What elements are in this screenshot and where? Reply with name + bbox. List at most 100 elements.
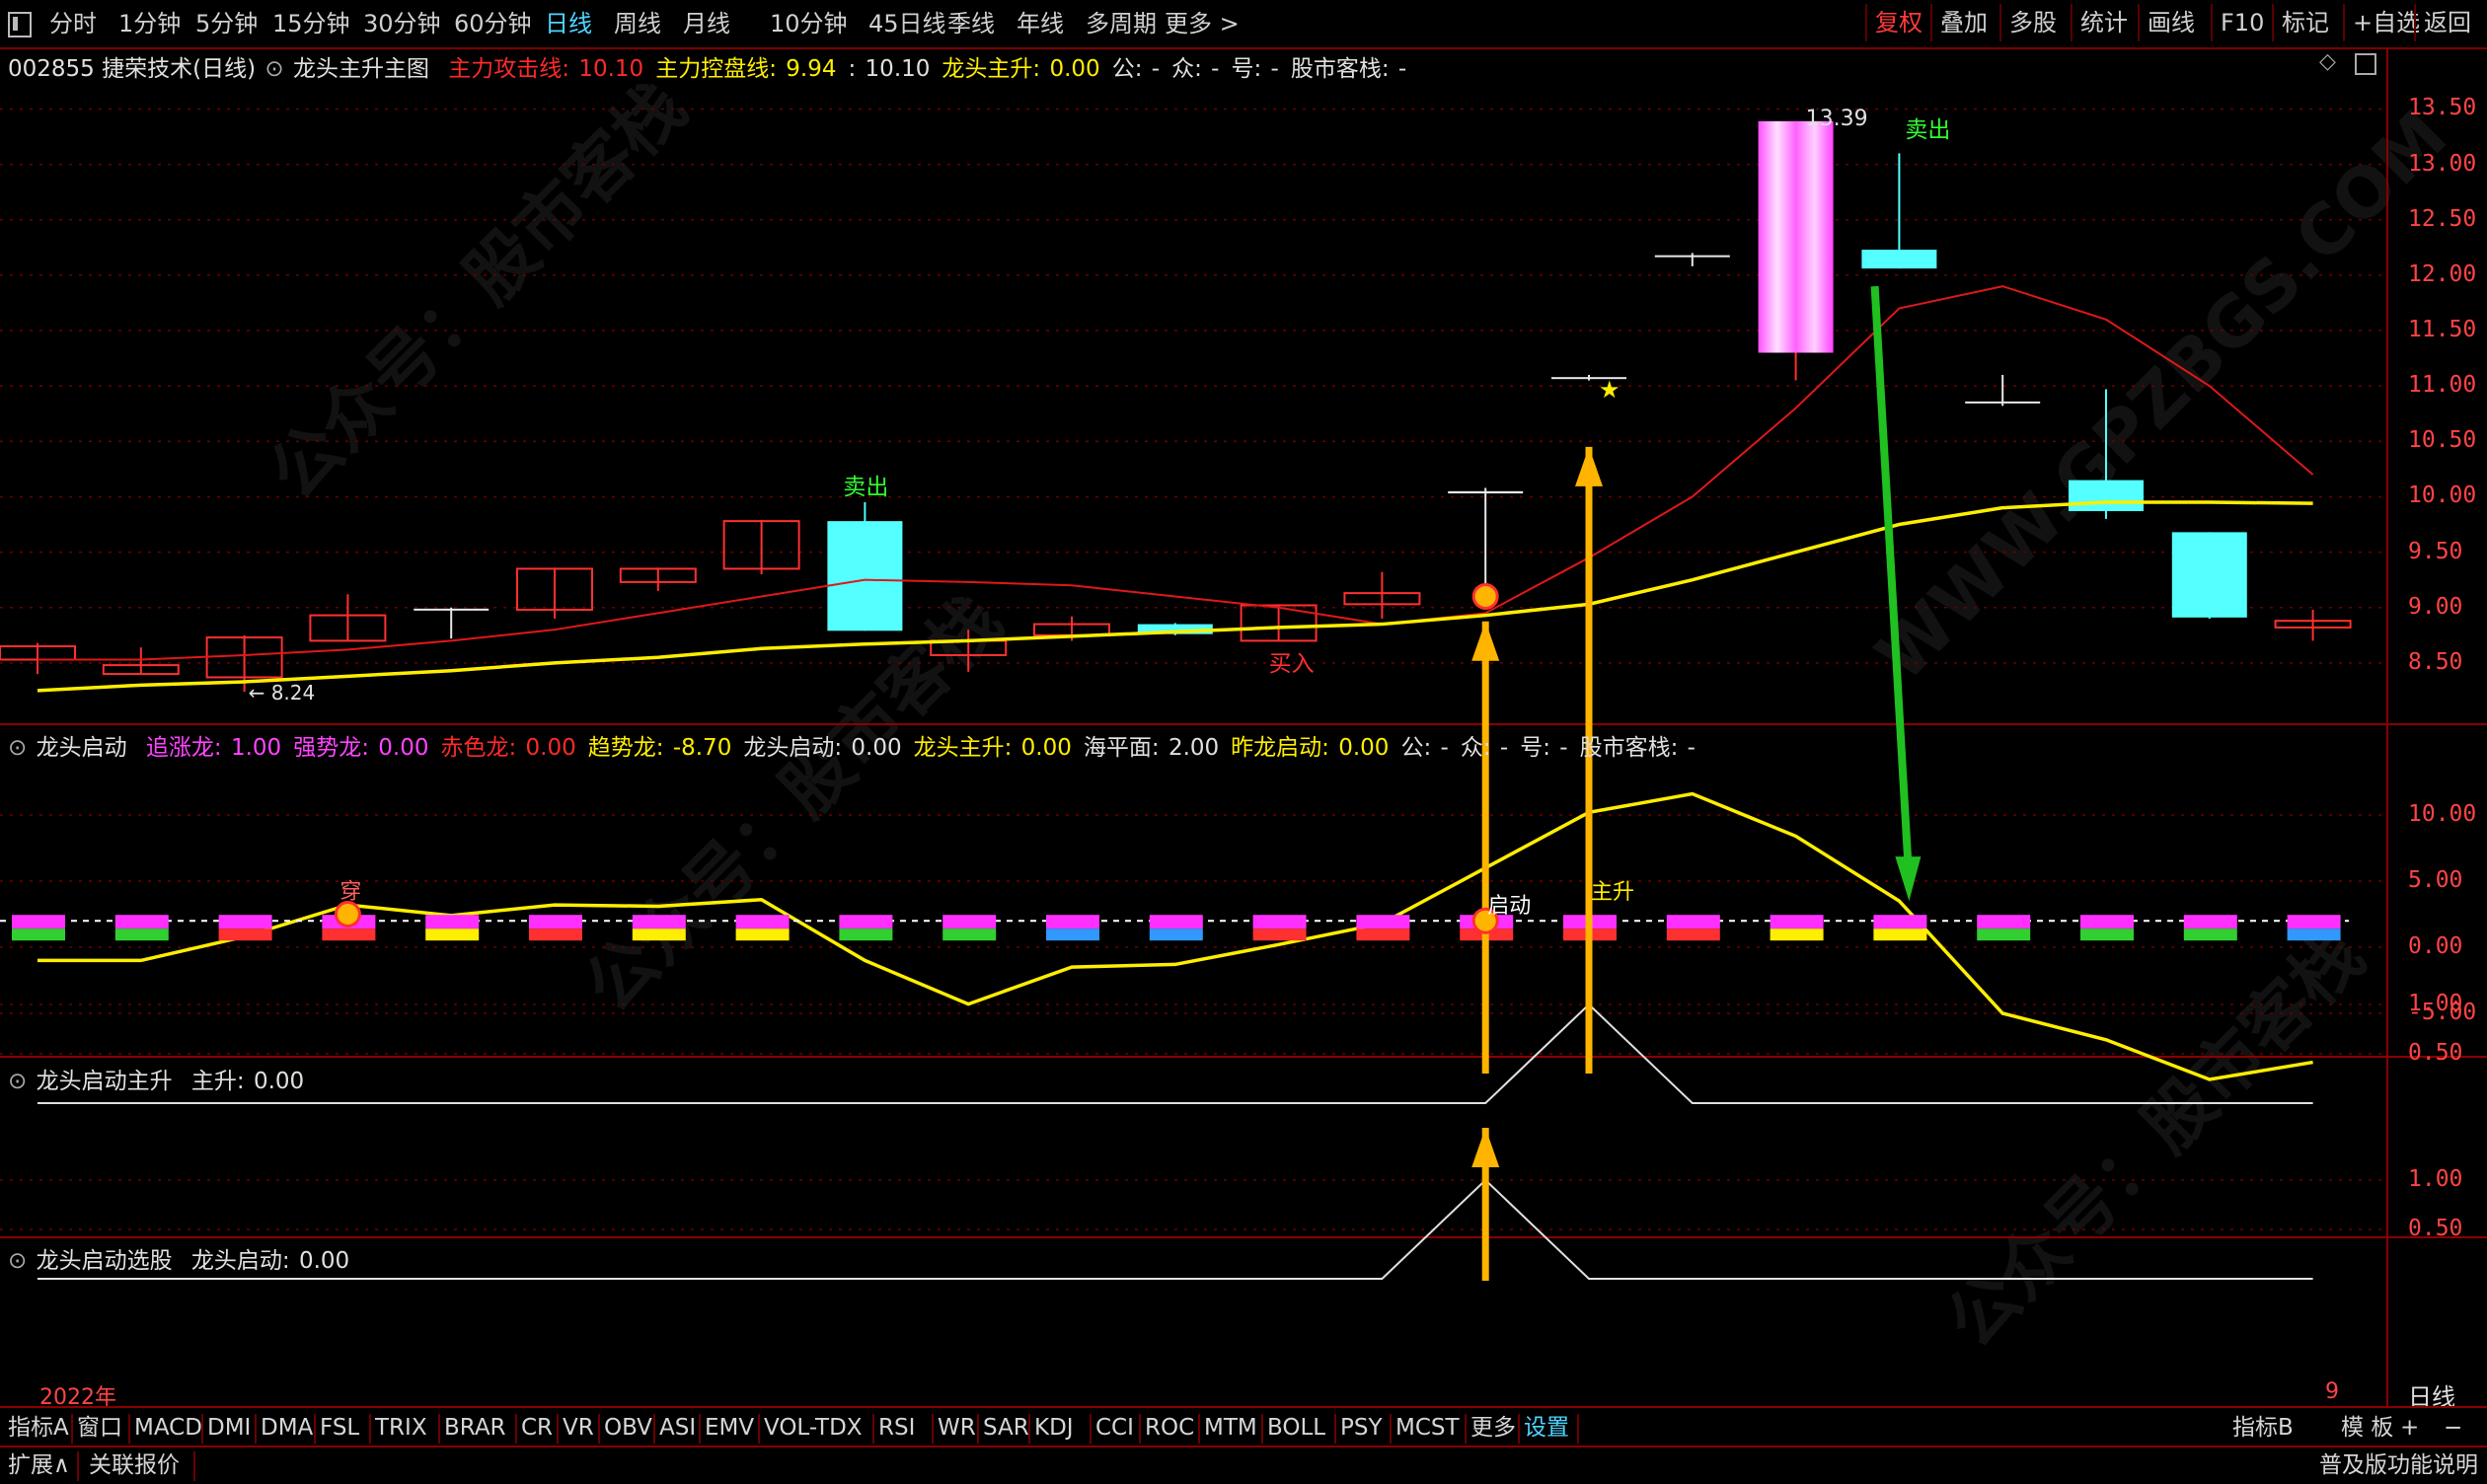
tool-2[interactable]: 多股 bbox=[1999, 4, 2065, 41]
tool-5[interactable]: F10 bbox=[2211, 4, 2272, 41]
indicator-tab-13[interactable]: VOL-TDX bbox=[764, 1412, 863, 1444]
panel2-title: ⊙ 龙头启动 追涨龙: 1.00 强势龙: 0.00 赤色龙: 0.00 趋势龙: -… bbox=[8, 728, 1699, 762]
candle-body bbox=[1448, 490, 1524, 494]
help-link[interactable]: 普及版功能说明 bbox=[2319, 1449, 2478, 1481]
main_panel-axis-label: 13.00 bbox=[2408, 150, 2477, 177]
period-13[interactable]: 多周期 bbox=[1086, 6, 1157, 41]
indicator-tab-12[interactable]: EMV bbox=[705, 1412, 754, 1444]
indicator-tab-6[interactable]: TRIX bbox=[375, 1412, 427, 1444]
tool-8[interactable]: 返回 bbox=[2414, 4, 2479, 41]
period-2[interactable]: 5分钟 bbox=[195, 6, 258, 41]
main_panel-axis-label: 9.50 bbox=[2408, 538, 2463, 564]
expand-button[interactable]: 扩展∧ bbox=[8, 1449, 70, 1481]
indicator-tab-7[interactable]: BRAR bbox=[444, 1412, 506, 1444]
indicator-tab-23[interactable]: MCST bbox=[1395, 1412, 1460, 1444]
tool-1[interactable]: 叠加 bbox=[1930, 4, 1996, 41]
indicator-tab-24[interactable]: 更多 bbox=[1470, 1412, 1516, 1444]
bottom-right-2[interactable]: + bbox=[2400, 1412, 2419, 1444]
tool-4[interactable]: 画线 bbox=[2138, 4, 2203, 41]
period-6[interactable]: 日线 bbox=[545, 6, 592, 41]
period-11[interactable]: 季线 bbox=[947, 6, 995, 41]
signal-block-top bbox=[425, 915, 480, 929]
indicator-tab-11[interactable]: ASI bbox=[659, 1412, 696, 1444]
signal-block-bottom bbox=[1149, 928, 1203, 941]
main_panel-axis-label: 9.00 bbox=[2408, 593, 2463, 620]
main_panel-axis-label: 12.50 bbox=[2408, 205, 2477, 232]
period-12[interactable]: 年线 bbox=[1017, 6, 1064, 41]
indicator-tab-20[interactable]: MTM bbox=[1204, 1412, 1257, 1444]
signal-block-bottom bbox=[1666, 928, 1720, 941]
period-9[interactable]: 10分钟 bbox=[770, 6, 848, 41]
indicator-tab-2[interactable]: MACD bbox=[134, 1412, 202, 1444]
panel2-label-10: 号: bbox=[1520, 735, 1558, 761]
indicator-tab-18[interactable]: CCI bbox=[1095, 1412, 1134, 1444]
indicator-tab-19[interactable]: ROC bbox=[1145, 1412, 1194, 1444]
panel2-value-9: - bbox=[1499, 735, 1509, 761]
panel2-value-5: 0.00 bbox=[1020, 735, 1072, 761]
indicator-tab-25[interactable]: 设置 bbox=[1524, 1412, 1569, 1444]
indicator-tab-15[interactable]: WR bbox=[938, 1412, 976, 1444]
main_panel-axis-label: 11.50 bbox=[2408, 317, 2477, 343]
panel2-axis-label: 5.00 bbox=[2408, 867, 2463, 893]
tool-6[interactable]: 标记 bbox=[2272, 4, 2337, 41]
signal-block-top bbox=[1356, 915, 1410, 929]
tool-3[interactable]: 统计 bbox=[2071, 4, 2136, 41]
collapse-icon[interactable]: ⊙ bbox=[8, 1248, 27, 1274]
indicator-tab-17[interactable]: KDJ bbox=[1034, 1412, 1074, 1444]
buy-label: 买入 bbox=[1269, 651, 1315, 677]
indicator-tab-9[interactable]: VR bbox=[563, 1412, 594, 1444]
bottom-right-1[interactable]: 模 板 bbox=[2341, 1412, 2393, 1444]
panel2-value-10: - bbox=[1559, 735, 1568, 761]
zhusheng-label: 主升 bbox=[1591, 880, 1634, 905]
main_panel-axis-label: 8.50 bbox=[2408, 648, 2463, 675]
indicator-tab-8[interactable]: CR bbox=[521, 1412, 553, 1444]
indicator-tab-5[interactable]: FSL bbox=[320, 1412, 359, 1444]
indicator-tab-1[interactable]: 窗口 bbox=[77, 1412, 122, 1444]
price-chart[interactable]: ★卖出卖出买入← 8.2413.39穿启动主升 bbox=[0, 47, 2386, 1406]
related-quote-button[interactable]: 关联报价 bbox=[89, 1449, 180, 1481]
indicator-tab-22[interactable]: PSY bbox=[1340, 1412, 1383, 1444]
sell-arrow bbox=[1870, 285, 1914, 882]
period-0[interactable]: 分时 bbox=[49, 6, 97, 41]
panel3-name: 龙头启动主升 bbox=[36, 1069, 173, 1094]
period-4[interactable]: 30分钟 bbox=[363, 6, 441, 41]
period-7[interactable]: 周线 bbox=[614, 6, 661, 41]
signal-block-top bbox=[1977, 915, 2031, 929]
signal-block-bottom bbox=[425, 928, 480, 941]
panel3-axis-label: 1.00 bbox=[2408, 991, 2463, 1016]
indicator-tab-16[interactable]: SAR bbox=[983, 1412, 1029, 1444]
indicator-tab-10[interactable]: OBV bbox=[604, 1412, 652, 1444]
indicator-tab-14[interactable]: RSI bbox=[878, 1412, 915, 1444]
signal-block-bottom bbox=[12, 928, 65, 941]
panel4-title: ⊙ 龙头启动选股 龙头启动: 0.00 bbox=[8, 1241, 351, 1275]
panel2-axis-label: 10.00 bbox=[2408, 801, 2477, 827]
high-price-label: 13.39 bbox=[1806, 107, 1868, 131]
signal-block-top bbox=[2287, 915, 2341, 929]
collapse-icon[interactable]: ⊙ bbox=[8, 1069, 27, 1094]
period-10[interactable]: 45日线 bbox=[868, 6, 946, 41]
signal-block-top bbox=[2183, 915, 2237, 929]
tool-0[interactable]: 复权 bbox=[1865, 4, 1930, 41]
panel2-label-1: 强势龙: bbox=[293, 735, 377, 761]
signal-block-bottom bbox=[1356, 928, 1410, 941]
window-toggle-icon[interactable] bbox=[8, 12, 32, 37]
bottom-right-3[interactable]: − bbox=[2444, 1412, 2462, 1444]
collapse-icon[interactable]: ⊙ bbox=[8, 735, 27, 761]
date-tick: 9 bbox=[2325, 1379, 2339, 1404]
chuan-marker-icon bbox=[334, 901, 361, 928]
indicator-tab-3[interactable]: DMI bbox=[207, 1412, 251, 1444]
period-toolbar: 分时 1分钟 5分钟 15分钟 30分钟 60分钟 日线 周线 月线 10分钟 45日线 季线 年线 多周… bbox=[0, 0, 2487, 49]
period-8[interactable]: 月线 bbox=[683, 6, 730, 41]
indicator-tab-4[interactable]: DMA bbox=[261, 1412, 313, 1444]
period-3[interactable]: 15分钟 bbox=[272, 6, 350, 41]
panel3-axis-label: 0.50 bbox=[2408, 1040, 2463, 1066]
indicator-tab-21[interactable]: BOLL bbox=[1267, 1412, 1325, 1444]
period-1[interactable]: 1分钟 bbox=[118, 6, 181, 41]
start-marker-icon bbox=[1471, 582, 1499, 610]
period-14[interactable]: 更多 > bbox=[1165, 6, 1240, 41]
indicator-tab-0[interactable]: 指标A bbox=[8, 1412, 69, 1444]
signal-block-top bbox=[839, 915, 893, 929]
period-5[interactable]: 60分钟 bbox=[454, 6, 532, 41]
signal-block-top bbox=[632, 915, 686, 929]
bottom-right-0[interactable]: 指标B bbox=[2232, 1412, 2294, 1444]
